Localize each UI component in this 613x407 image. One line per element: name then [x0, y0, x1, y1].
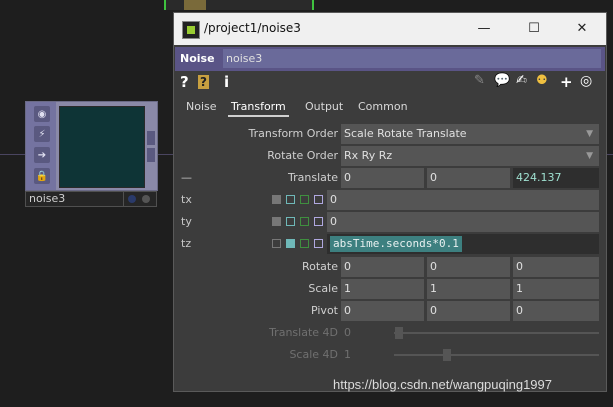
translate4d-slider-track[interactable] — [394, 332, 599, 334]
parameter-window: /project1/noise3 — ☐ ✕ Noise noise3 ? ? … — [173, 12, 607, 392]
toolbar: ? ? i ✎ 💬 ✍ ⚉ + ◎ — [174, 71, 606, 93]
param-label: Transform Order — [248, 127, 338, 140]
tz-expression[interactable]: absTime.seconds*0.1 — [330, 236, 462, 252]
mode-expression-icon[interactable] — [286, 217, 295, 226]
mode-expression-icon[interactable] — [286, 195, 295, 204]
operator-name-field[interactable]: noise3 — [223, 49, 601, 68]
param-row: Translate 4D 0 — [174, 323, 606, 343]
tab-output[interactable]: Output — [305, 100, 343, 113]
param-label: tx — [181, 193, 192, 206]
operator-type: Noise — [180, 52, 215, 65]
tx-field[interactable]: 0 — [327, 190, 599, 210]
node-flags[interactable] — [123, 191, 157, 207]
window-title: /project1/noise3 — [204, 21, 301, 35]
operator-bar: Noise noise3 — [175, 47, 605, 71]
info-icon[interactable]: i — [224, 73, 229, 91]
minimize-button[interactable]: — — [474, 19, 494, 39]
param-row: — Translate 0 0 424.137 — [174, 168, 606, 188]
param-row: ty 0 — [174, 212, 606, 232]
mode-expression-icon[interactable] — [286, 239, 295, 248]
comment-icon[interactable]: 💬 — [494, 73, 510, 88]
pivot-y-field[interactable]: 0 — [427, 301, 510, 321]
help-icon[interactable]: ? — [180, 73, 189, 91]
scale-x-field[interactable]: 1 — [341, 279, 424, 299]
translate4d-slider-thumb[interactable] — [395, 327, 403, 339]
param-row: Scale 4D 1 — [174, 345, 606, 365]
lock-icon[interactable]: 🔒 — [34, 168, 50, 184]
node-preview — [59, 106, 145, 188]
pivot-x-field[interactable]: 0 — [341, 301, 424, 321]
python-help-icon[interactable]: ? — [198, 75, 209, 89]
add-icon[interactable]: + — [560, 73, 573, 91]
title-bar[interactable]: /project1/noise3 — ☐ ✕ — [174, 13, 606, 45]
output-connector[interactable] — [147, 148, 155, 162]
collapse-toggle[interactable]: — — [181, 171, 192, 184]
output-connector[interactable] — [147, 131, 155, 145]
ty-field[interactable]: 0 — [327, 212, 599, 232]
render-flag-icon[interactable] — [142, 195, 150, 203]
viewer-icon[interactable]: ◉ — [34, 106, 50, 122]
translate-y-field[interactable]: 0 — [427, 168, 510, 188]
tab-common[interactable]: Common — [358, 100, 408, 113]
display-flag-icon[interactable] — [128, 195, 136, 203]
translate4d-value[interactable]: 0 — [344, 326, 351, 339]
noise-node[interactable]: ◉ ⚡ ➔ 🔒 — [25, 101, 158, 191]
scale4d-slider-thumb[interactable] — [443, 349, 451, 361]
mode-constant-icon[interactable] — [272, 239, 281, 248]
node-icon — [184, 0, 206, 10]
param-row: Scale 1 1 1 — [174, 279, 606, 299]
param-label: ty — [181, 215, 192, 228]
scale-z-field[interactable]: 1 — [513, 279, 599, 299]
tab-transform[interactable]: Transform — [228, 100, 289, 117]
param-row: Pivot 0 0 0 — [174, 301, 606, 321]
mode-bind-icon[interactable] — [314, 217, 323, 226]
mode-export-icon[interactable] — [300, 239, 309, 248]
param-row: tz absTime.seconds*0.1 — [174, 234, 606, 254]
app-icon — [182, 21, 200, 39]
edit-icon[interactable]: ✎ — [474, 73, 485, 88]
param-row: Transform Order Scale Rotate Translate — [174, 124, 606, 144]
target-icon[interactable]: ◎ — [580, 73, 592, 89]
mode-constant-icon[interactable] — [272, 217, 281, 226]
rotate-y-field[interactable]: 0 — [427, 257, 510, 277]
mode-export-icon[interactable] — [300, 195, 309, 204]
param-tabs: Noise Transform Output Common — [174, 97, 606, 117]
tab-noise[interactable]: Noise — [186, 100, 217, 113]
param-row: Rotate 0 0 0 — [174, 257, 606, 277]
param-row: tx 0 — [174, 190, 606, 210]
mode-bind-icon[interactable] — [314, 239, 323, 248]
script-icon[interactable]: ✍ — [516, 73, 527, 88]
watermark: https://blog.csdn.net/wangpuqing1997 — [333, 377, 553, 392]
param-label: tz — [181, 237, 192, 250]
param-row: Rotate Order Rx Ry Rz — [174, 146, 606, 166]
mode-bind-icon[interactable] — [314, 195, 323, 204]
param-label: Translate 4D — [269, 326, 338, 339]
parameter-list: Transform Order Scale Rotate Translate R… — [174, 121, 606, 391]
rotate-order-menu[interactable]: Rx Ry Rz — [341, 146, 599, 166]
arrow-right-icon[interactable]: ➔ — [34, 147, 50, 163]
close-button[interactable]: ✕ — [572, 19, 592, 39]
rotate-x-field[interactable]: 0 — [341, 257, 424, 277]
param-label: Pivot — [310, 304, 338, 317]
scale-y-field[interactable]: 1 — [427, 279, 510, 299]
param-label: Scale 4D — [289, 348, 338, 361]
upstream-node[interactable] — [164, 0, 314, 10]
scale4d-slider-track[interactable] — [394, 354, 599, 356]
param-label: Translate — [288, 171, 338, 184]
maximize-button[interactable]: ☐ — [524, 19, 544, 39]
translate-x-field[interactable]: 0 — [341, 168, 424, 188]
translate-z-field[interactable]: 424.137 — [513, 168, 599, 188]
mode-export-icon[interactable] — [300, 217, 309, 226]
python-icon[interactable]: ⚉ — [536, 73, 548, 88]
rotate-z-field[interactable]: 0 — [513, 257, 599, 277]
mode-constant-icon[interactable] — [272, 195, 281, 204]
pivot-z-field[interactable]: 0 — [513, 301, 599, 321]
transform-order-menu[interactable]: Scale Rotate Translate — [341, 124, 599, 144]
scale4d-value[interactable]: 1 — [344, 348, 351, 361]
param-label: Rotate Order — [267, 149, 338, 162]
node-name-label[interactable]: noise3 — [25, 191, 126, 207]
param-label: Scale — [308, 282, 338, 295]
param-label: Rotate — [301, 260, 338, 273]
bypass-icon[interactable]: ⚡ — [34, 126, 50, 142]
